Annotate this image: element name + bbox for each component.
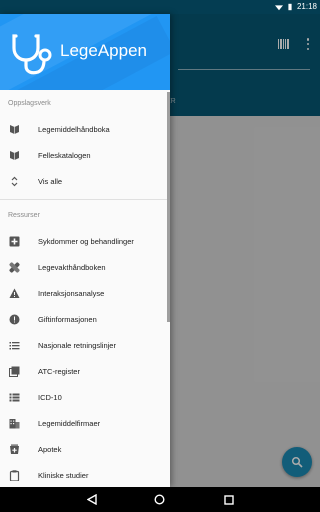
nav-item-label: Felleskatalogen: [38, 151, 91, 160]
back-button[interactable]: [85, 493, 98, 506]
home-icon: [154, 494, 165, 505]
nav-item-kliniske-studier[interactable]: Kliniske studier: [0, 463, 170, 487]
nav-item-legemiddelfirmaer[interactable]: Legemiddelfirmaer: [0, 411, 170, 436]
nav-item-interaksjonsanalyse[interactable]: Interaksjonsanalyse: [0, 281, 170, 306]
drawer-scrollbar[interactable]: [167, 92, 170, 322]
nav-item-label: ICD-10: [38, 393, 62, 402]
nav-item-legevakthandboken[interactable]: Legevakthåndboken: [0, 255, 170, 280]
nav-item-label: ATC-register: [38, 367, 80, 376]
nav-item-giftinformasjonen[interactable]: Giftinformasjonen: [0, 307, 170, 332]
app-title: LegeAppen: [60, 41, 147, 60]
nav-item-label: Kliniske studier: [38, 471, 89, 480]
warning-icon: [9, 288, 20, 298]
navigation-drawer: LegeAppen Oppslagsverk Legemiddelhåndbok…: [0, 14, 170, 487]
nav-item-nasjonale-retningslinjer[interactable]: Nasjonale retningslinjer: [0, 333, 170, 358]
list-icon: [9, 342, 20, 350]
view-list-icon: [9, 393, 20, 402]
back-icon: [86, 494, 97, 505]
nav-item-atc-register[interactable]: ATC-register: [0, 359, 170, 384]
book-open-icon: [10, 125, 19, 134]
recents-icon: [223, 494, 234, 505]
nav-item-sykdommer[interactable]: Sykdommer og behandlinger: [0, 229, 170, 254]
status-time: 21:18: [296, 2, 317, 11]
bandage-icon: [9, 262, 20, 273]
nav-item-label: Apotek: [38, 445, 62, 454]
stethoscope-icon: [12, 34, 52, 75]
home-button[interactable]: [153, 493, 166, 506]
drawer-header: LegeAppen: [0, 14, 170, 90]
medical-cross-icon: [9, 236, 20, 247]
nav-item-legemiddelhandboka[interactable]: Legemiddelhåndboka: [0, 117, 170, 142]
section-label-ressurser: Ressurser: [8, 212, 40, 219]
nav-item-label: Legemiddelhåndboka: [38, 125, 110, 134]
nav-item-vis-alle[interactable]: Vis alle: [0, 169, 170, 194]
section-label-oppslagsverk: Oppslagsverk: [8, 100, 51, 107]
expand-icon: [11, 176, 18, 187]
nav-item-label: Legevakthåndboken: [38, 263, 106, 272]
nav-item-apotek[interactable]: Apotek: [0, 437, 170, 462]
alert-circle-icon: [9, 314, 20, 325]
battery-icon: [288, 3, 292, 10]
status-bar: 21:18: [0, 0, 320, 14]
nav-item-label: Legemiddelfirmaer: [38, 419, 101, 428]
nav-item-felleskatalogen[interactable]: Felleskatalogen: [0, 143, 170, 168]
clipboard-icon: [9, 470, 20, 481]
library-icon: [9, 366, 20, 377]
nav-item-label: Giftinformasjonen: [38, 315, 97, 324]
section-divider: [0, 199, 170, 200]
nav-item-label: Sykdommer og behandlinger: [38, 237, 134, 246]
building-icon: [9, 419, 20, 429]
nav-item-label: Vis alle: [38, 177, 63, 186]
book-icon: [10, 151, 19, 160]
system-nav-bar: [0, 487, 320, 512]
pharmacy-icon: [10, 444, 19, 454]
recents-button[interactable]: [222, 493, 235, 506]
nav-item-label: Nasjonale retningslinjer: [38, 341, 116, 350]
nav-item-icd-10[interactable]: ICD-10: [0, 385, 170, 410]
nav-item-label: Interaksjonsanalyse: [38, 289, 105, 298]
wifi-icon: [274, 4, 283, 10]
